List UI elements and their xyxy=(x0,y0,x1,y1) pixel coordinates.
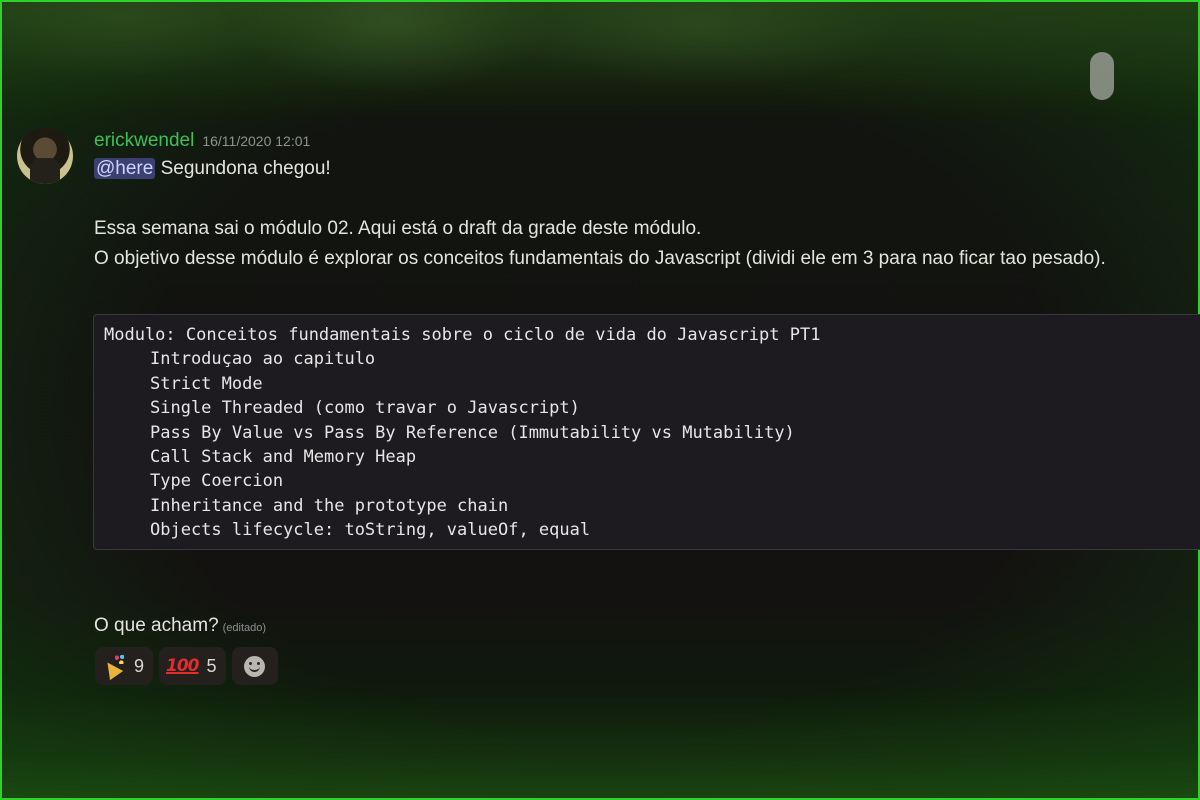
code-item: Pass By Value vs Pass By Reference (Immu… xyxy=(150,422,795,443)
code-item: Single Threaded (como travar o Javascrip… xyxy=(150,398,580,419)
code-block: Modulo: Conceitos fundamentais sobre o c… xyxy=(93,314,1200,550)
background-blur xyxy=(2,2,1198,117)
reactions-bar: 9 100 5 xyxy=(95,647,278,687)
reaction-count: 5 xyxy=(206,655,217,676)
code-item: Call Stack and Memory Heap xyxy=(150,447,417,468)
screenshot-frame: erickwendel 16/11/2020 12:01 @here Segund… xyxy=(0,0,1200,800)
message-closing-line: O que acham? (editado) xyxy=(94,615,266,637)
add-reaction-button[interactable] xyxy=(231,647,278,685)
code-item: Inheritance and the prototype chain xyxy=(150,495,509,516)
code-title: Modulo: Conceitos fundamentais sobre o c… xyxy=(104,325,821,345)
username[interactable]: erickwendel xyxy=(94,130,194,151)
code-item: Strict Mode xyxy=(150,373,263,394)
timestamp: 16/11/2020 12:01 xyxy=(202,133,311,149)
message-header: erickwendel 16/11/2020 12:01 xyxy=(94,130,310,154)
party-popper-icon xyxy=(102,654,126,678)
scroll-thumb[interactable] xyxy=(1090,52,1114,100)
hundred-points-icon: 100 xyxy=(166,656,199,676)
reaction-count: 9 xyxy=(134,655,145,676)
message-first-line: @here Segundona chegou! xyxy=(94,158,331,180)
closing-text: O que acham? xyxy=(94,615,219,636)
message-paragraph-line: O objetivo desse módulo é explorar os co… xyxy=(94,248,1106,269)
message-paragraph-line: Essa semana sai o módulo 02. Aqui está o… xyxy=(94,218,702,239)
message-first-line-text: Segundona chegou! xyxy=(155,158,331,179)
reaction-hundred-points[interactable]: 100 5 xyxy=(159,647,226,685)
code-item: Introduçao ao capitulo xyxy=(150,349,376,370)
background-glow xyxy=(2,692,1198,798)
avatar[interactable] xyxy=(17,128,73,184)
reaction-party-popper[interactable]: 9 xyxy=(95,647,154,685)
smiley-add-reaction-icon xyxy=(244,655,266,677)
edited-label: (editado) xyxy=(222,622,267,634)
code-item: Objects lifecycle: toString, valueOf, eq… xyxy=(150,520,591,541)
mention-here[interactable]: @here xyxy=(94,158,156,179)
code-item: Type Coercion xyxy=(150,471,284,492)
